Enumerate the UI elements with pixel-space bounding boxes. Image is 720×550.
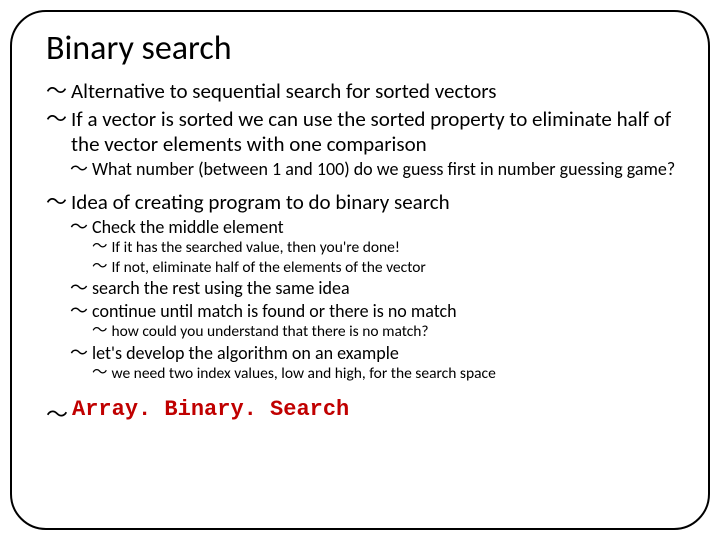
item-text: If not, eliminate half of the elements o… — [112, 258, 426, 277]
bullet-icon: ～ — [46, 190, 67, 213]
item-text: Alternative to sequential search for sor… — [71, 79, 496, 105]
item-text: If a vector is sorted we can use the sor… — [71, 107, 680, 158]
list-item: ～ If a vector is sorted we can use the s… — [46, 107, 680, 181]
code-text: Array. Binary. Search — [72, 397, 349, 422]
item-text: Check the middle element — [92, 216, 284, 239]
bullet-icon: ～ — [92, 322, 108, 339]
item-text: What number (between 1 and 100) do we gu… — [92, 158, 675, 181]
list-item: ～ how could you understand that there is… — [92, 322, 680, 341]
bullet-list: ～ Alternative to sequential search for s… — [40, 79, 680, 383]
bullet-icon: ～ — [70, 342, 88, 362]
item-text: Idea of creating program to do binary se… — [71, 190, 450, 216]
item-text: how could you understand that there is n… — [112, 322, 429, 341]
list-item: ～ Check the middle element ～ If it has t… — [70, 216, 680, 277]
list-item: ～ Idea of creating program to do binary … — [46, 190, 680, 383]
list-item: ～ What number (between 1 and 100) do we … — [70, 158, 680, 181]
bullet-icon: ～ — [92, 364, 108, 381]
bullet-icon: ～ — [46, 397, 68, 429]
slide-title: Binary search — [46, 28, 680, 69]
bullet-icon: ～ — [70, 277, 88, 297]
item-text: let's develop the algorithm on an exampl… — [92, 342, 399, 365]
bullet-icon: ～ — [46, 79, 67, 102]
bullet-icon: ～ — [70, 300, 88, 320]
bullet-icon: ～ — [70, 216, 88, 236]
bullet-icon: ～ — [92, 258, 108, 275]
item-text: we need two index values, low and high, … — [112, 364, 496, 383]
item-text: If it has the searched value, then you'r… — [112, 238, 400, 257]
item-text: continue until match is found or there i… — [92, 300, 457, 323]
slide-frame: Binary search ～ Alternative to sequentia… — [10, 10, 710, 530]
list-item: ～ Alternative to sequential search for s… — [46, 79, 680, 105]
list-item: ～ search the rest using the same idea — [70, 277, 680, 300]
list-item: ～ we need two index values, low and high… — [92, 364, 680, 383]
list-item: ～ continue until match is found or there… — [70, 300, 680, 342]
list-item: ～ let's develop the algorithm on an exam… — [70, 342, 680, 384]
list-item: ～ If not, eliminate half of the elements… — [92, 258, 680, 277]
bullet-icon: ～ — [70, 158, 88, 178]
final-item: ～ Array. Binary. Search — [46, 397, 680, 429]
item-text: search the rest using the same idea — [92, 277, 350, 300]
bullet-icon: ～ — [92, 238, 108, 255]
spacer — [46, 182, 680, 188]
list-item: ～ If it has the searched value, then you… — [92, 238, 680, 257]
bullet-icon: ～ — [46, 107, 67, 130]
